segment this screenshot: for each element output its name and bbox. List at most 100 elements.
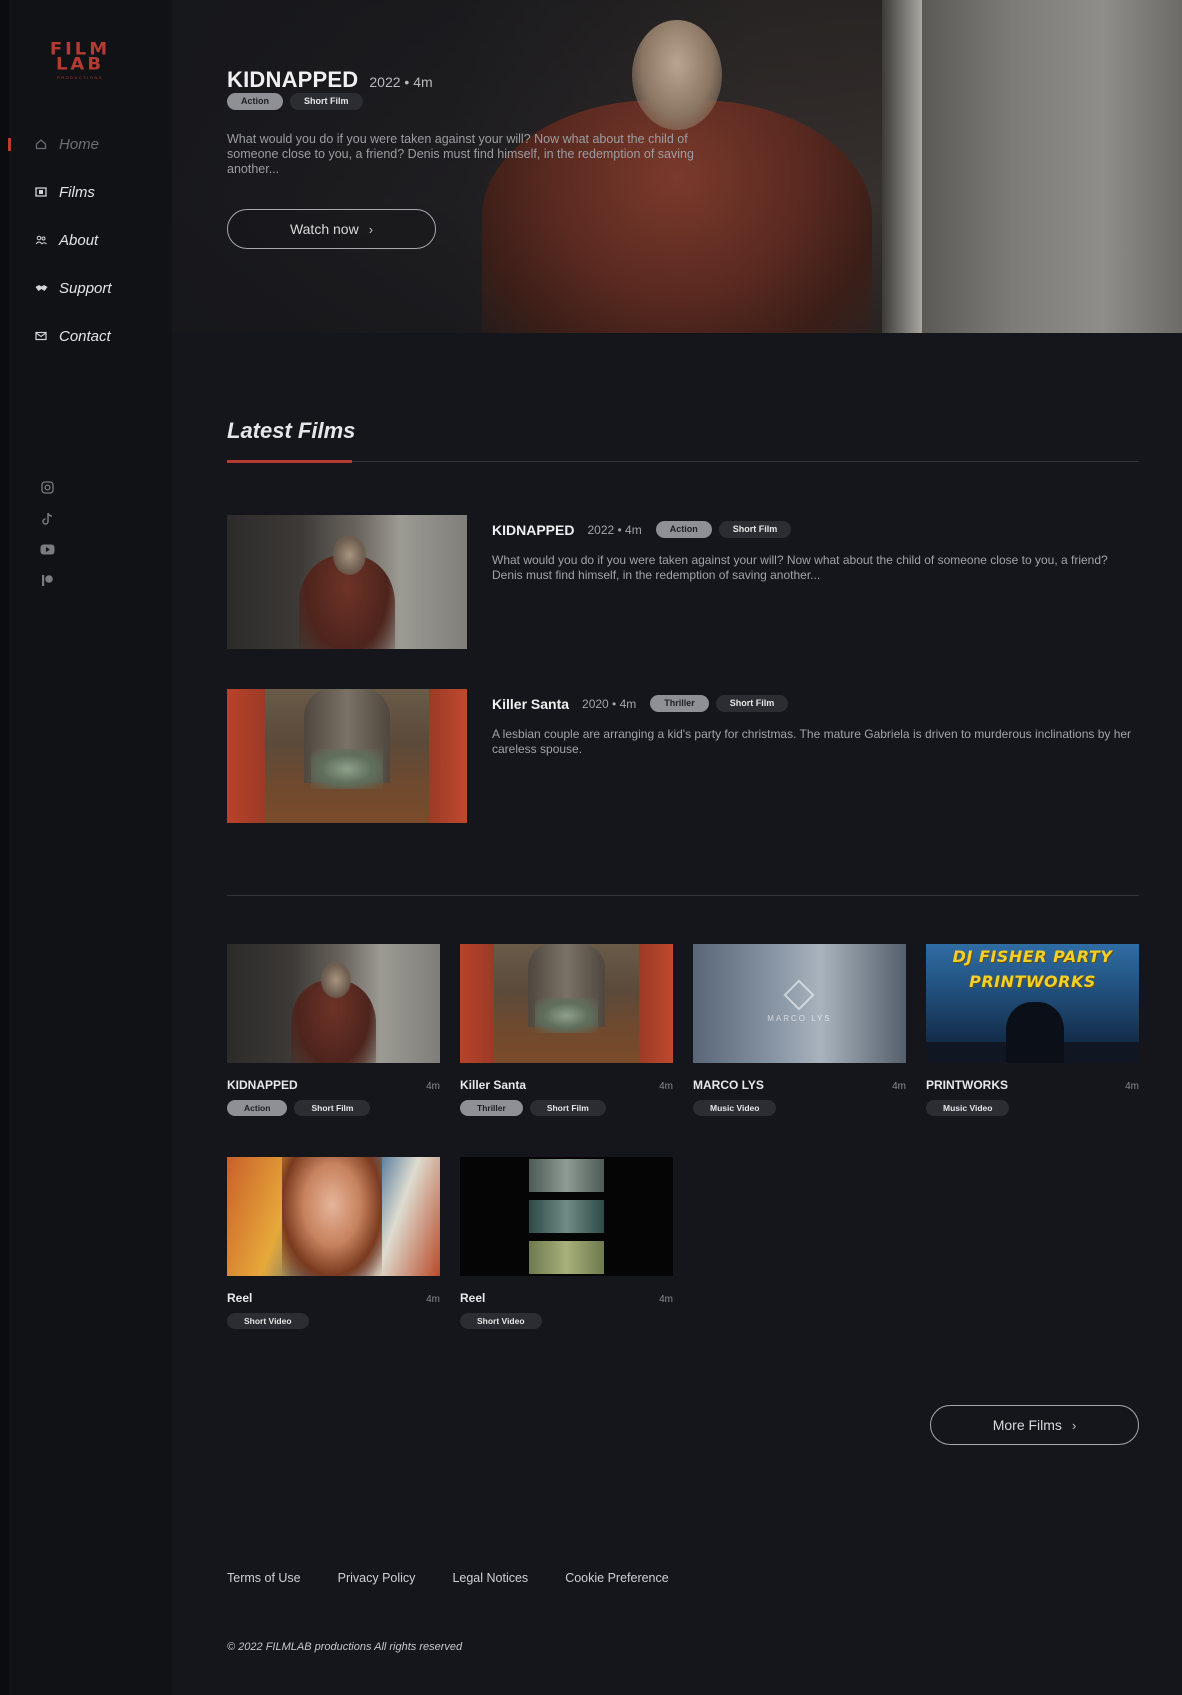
hero-image-wall xyxy=(922,0,1182,333)
footer-links: Terms of Use Privacy Policy Legal Notice… xyxy=(227,1571,706,1585)
nav-label-support: Support xyxy=(59,279,112,297)
nav-label-films: Films xyxy=(59,183,95,201)
youtube-icon[interactable] xyxy=(40,542,55,557)
tag-music-video[interactable]: Music Video xyxy=(926,1100,1010,1116)
tag-short-film[interactable]: Short Film xyxy=(715,695,789,712)
card-title[interactable]: PRINTWORKS xyxy=(926,1078,1008,1092)
instagram-icon[interactable] xyxy=(40,480,55,495)
nav-item-contact[interactable]: Contact xyxy=(9,312,172,360)
film-thumbnail[interactable] xyxy=(227,689,467,823)
latest-films-heading: Latest Films xyxy=(227,418,356,443)
film-thumbnail[interactable] xyxy=(227,515,467,649)
hero-tags: Action Short Film xyxy=(227,93,697,110)
hero-meta: 2022 • 4m xyxy=(369,74,433,90)
film-card[interactable]: MARCO LYS MARCO LYS 4m Music Video xyxy=(693,944,906,1116)
film-description: What would you do if you were taken agai… xyxy=(492,553,1108,582)
tag-short-film[interactable]: Short Film xyxy=(294,1100,371,1116)
chevron-right-icon: › xyxy=(368,221,374,237)
patreon-icon[interactable] xyxy=(40,573,55,588)
film-thumbnail[interactable]: MARCO LYS xyxy=(693,944,906,1063)
footer-link-cookies[interactable]: Cookie Preference xyxy=(565,1571,669,1585)
watch-now-button[interactable]: Watch now › xyxy=(227,209,436,249)
hero-title: KIDNAPPED xyxy=(227,67,359,92)
main-nav: Home Films About Support Contact xyxy=(8,120,172,360)
film-card[interactable]: DJ FISHER PARTY PRINTWORKS PRINTWORKS 4m… xyxy=(926,944,1139,1116)
hero-description: What would you do if you were taken agai… xyxy=(227,132,694,176)
more-films-button[interactable]: More Films › xyxy=(930,1405,1139,1445)
tag-action[interactable]: Action xyxy=(655,521,712,538)
card-duration: 4m xyxy=(659,1081,673,1092)
card-duration: 4m xyxy=(1125,1081,1139,1092)
film-meta: 2020 • 4m xyxy=(582,696,637,711)
footer-link-terms[interactable]: Terms of Use xyxy=(227,1571,301,1585)
section-divider xyxy=(227,461,1139,462)
nav-item-support[interactable]: Support xyxy=(9,264,172,312)
handshake-icon xyxy=(34,281,48,295)
tag-music-video[interactable]: Music Video xyxy=(693,1100,777,1116)
film-icon xyxy=(34,185,48,199)
film-thumbnail[interactable] xyxy=(460,1157,673,1276)
nav-item-home[interactable]: Home xyxy=(8,120,172,168)
thumbnail-text: PRINTWORKS xyxy=(969,972,1096,991)
tag-short-film[interactable]: Short Film xyxy=(529,1100,606,1116)
tag-action[interactable]: Action xyxy=(227,93,283,110)
latest-film-item[interactable]: KIDNAPPED 2022 • 4m Action Short Film Wh… xyxy=(227,515,1139,649)
film-description: A lesbian couple are arranging a kid's p… xyxy=(492,727,1132,756)
section-divider xyxy=(227,895,1139,896)
marco-lys-logo xyxy=(783,979,815,1011)
card-duration: 4m xyxy=(659,1294,673,1305)
card-title[interactable]: KIDNAPPED xyxy=(227,1078,298,1092)
film-card[interactable]: KIDNAPPED 4m Action Short Film xyxy=(227,944,440,1116)
chevron-right-icon: › xyxy=(1071,1417,1077,1433)
tag-short-video[interactable]: Short Video xyxy=(460,1313,542,1329)
tag-thriller[interactable]: Thriller xyxy=(650,695,709,712)
footer-link-legal[interactable]: Legal Notices xyxy=(452,1571,528,1585)
tiktok-icon[interactable] xyxy=(40,511,55,526)
film-card[interactable]: Killer Santa 4m Thriller Short Film xyxy=(460,944,673,1116)
card-title[interactable]: Reel xyxy=(460,1291,485,1305)
watch-now-label: Watch now xyxy=(289,221,359,237)
card-title[interactable]: Reel xyxy=(227,1291,252,1305)
nav-item-about[interactable]: About xyxy=(9,216,172,264)
tag-short-film[interactable]: Short Film xyxy=(290,93,363,110)
nav-item-films[interactable]: Films xyxy=(9,168,172,216)
film-title[interactable]: Killer Santa xyxy=(492,696,569,712)
film-card[interactable]: Reel 4m Short Video xyxy=(460,1157,673,1329)
tag-short-video[interactable]: Short Video xyxy=(227,1313,309,1329)
nav-label-about: About xyxy=(59,231,99,249)
home-icon xyxy=(34,137,48,151)
filmlab-logo[interactable]: FILM LAB PRODUCTIONS xyxy=(44,41,116,80)
social-links xyxy=(40,480,55,604)
hero-content: KIDNAPPED 2022 • 4m Action Short Film Wh… xyxy=(227,67,697,249)
thumbnail-text: DJ FISHER PARTY xyxy=(952,947,1113,966)
card-duration: 4m xyxy=(426,1081,440,1092)
tag-action[interactable]: Action xyxy=(227,1100,288,1116)
card-duration: 4m xyxy=(892,1081,906,1092)
card-title[interactable]: Killer Santa xyxy=(460,1078,526,1092)
nav-label-home: Home xyxy=(59,135,100,153)
film-thumbnail[interactable] xyxy=(227,944,440,1063)
film-title[interactable]: KIDNAPPED xyxy=(492,522,574,538)
card-title[interactable]: MARCO LYS xyxy=(693,1078,764,1092)
latest-film-item[interactable]: Killer Santa 2020 • 4m Thriller Short Fi… xyxy=(227,689,1139,823)
copyright: © 2022 FILMLAB productions All rights re… xyxy=(227,1641,463,1653)
film-meta: 2022 • 4m xyxy=(587,522,642,537)
section-accent-underline xyxy=(227,460,352,463)
card-duration: 4m xyxy=(426,1294,440,1305)
nav-label-contact: Contact xyxy=(59,327,111,345)
more-films-label: More Films xyxy=(992,1417,1062,1433)
logo-line-2: LAB xyxy=(55,54,105,75)
footer-link-privacy[interactable]: Privacy Policy xyxy=(338,1571,416,1585)
thumbnail-text: MARCO LYS xyxy=(767,1014,832,1023)
sidebar: FILM LAB PRODUCTIONS Home Films About Su… xyxy=(8,0,172,1695)
users-icon xyxy=(34,233,48,247)
tag-thriller[interactable]: Thriller xyxy=(460,1100,523,1116)
film-card[interactable]: Reel 4m Short Video xyxy=(227,1157,440,1329)
left-edge-strip xyxy=(0,0,9,1695)
film-thumbnail[interactable] xyxy=(227,1157,440,1276)
logo-line-3: PRODUCTIONS xyxy=(56,75,104,80)
tag-short-film[interactable]: Short Film xyxy=(718,521,792,538)
film-thumbnail[interactable]: DJ FISHER PARTY PRINTWORKS xyxy=(926,944,1139,1063)
film-thumbnail[interactable] xyxy=(460,944,673,1063)
hero-image-wall-edge xyxy=(882,0,922,333)
